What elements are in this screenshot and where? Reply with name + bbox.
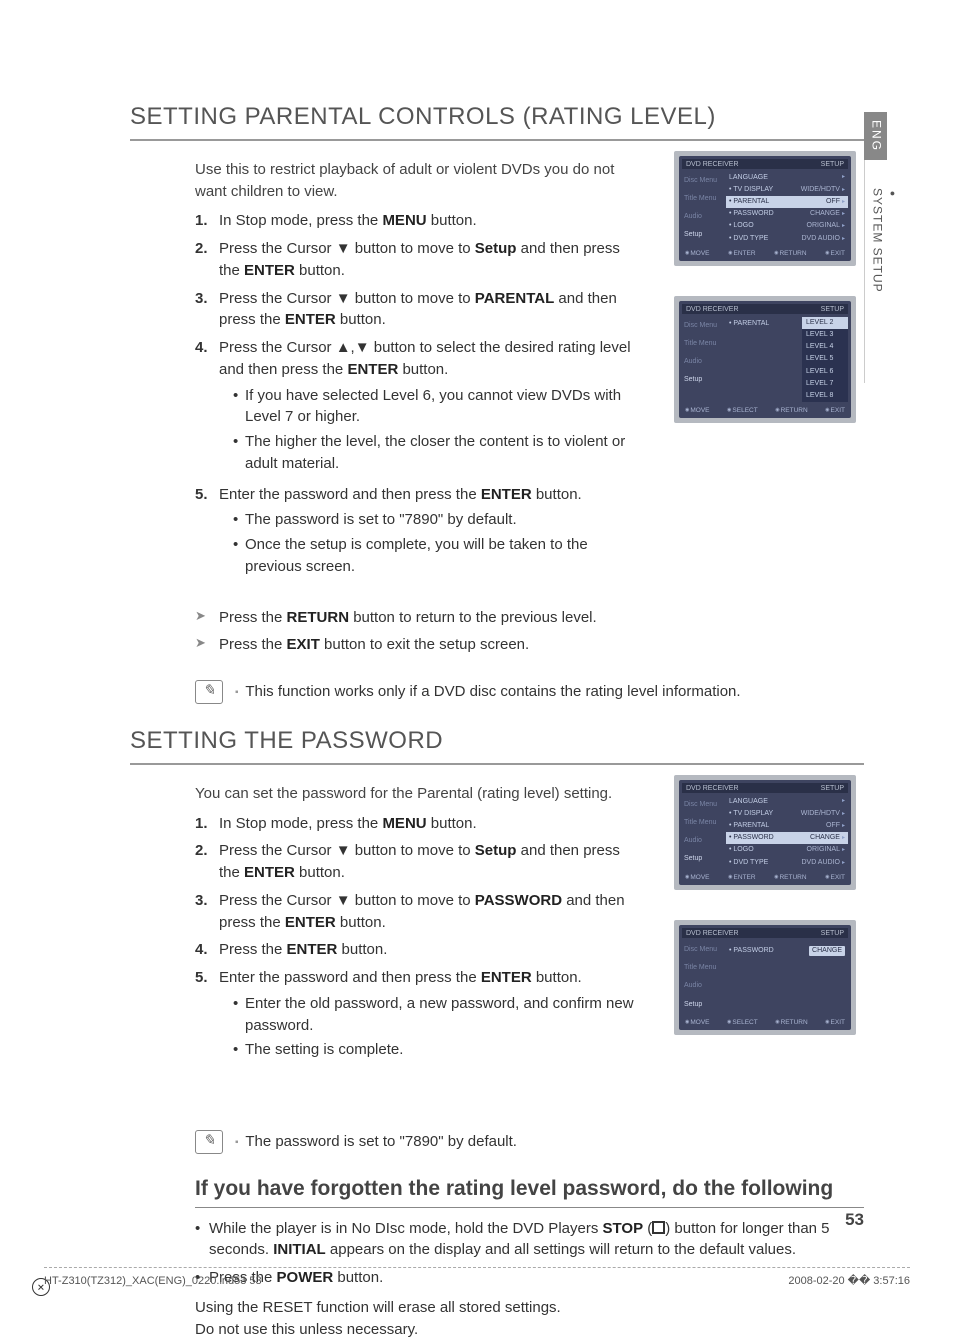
osd-screenshot-4: DVD RECEIVERSETUP Disc Menu Title Menu A… [674, 920, 856, 1035]
forgotten-heading: If you have forgotten the rating level p… [195, 1174, 864, 1207]
sub-item: If you have selected Level 6, you cannot… [233, 385, 644, 429]
note-block-2: ✎ The password is set to "7890" by defau… [195, 1130, 864, 1154]
page-number: 53 [845, 1208, 864, 1233]
note-text: This function works only if a DVD disc c… [235, 681, 741, 703]
arrow-note: Press the EXIT button to exit the setup … [195, 634, 644, 656]
section2-steps: 1.In Stop mode, press the MENU button. 2… [195, 813, 644, 1065]
section1-title: SETTING PARENTAL CONTROLS (RATING LEVEL) [130, 100, 864, 141]
footer-right: 2008-02-20 �� 3:57:16 [788, 1274, 910, 1290]
osd-screenshot-1: DVD RECEIVERSETUP Disc Menu Title Menu A… [674, 151, 856, 266]
warn1: Using the RESET function will erase all … [195, 1297, 864, 1319]
footer-left: HT-Z310(TZ312)_XAC(ENG)_0220.ind53 53 [44, 1274, 262, 1290]
osd-screenshot-2: DVD RECEIVERSETUP Disc Menu Title Menu A… [674, 296, 856, 423]
note-text: The password is set to "7890" by default… [235, 1131, 517, 1153]
section1-steps: 1.In Stop mode, press the MENU button. 2… [195, 210, 644, 580]
note-icon: ✎ [195, 1130, 223, 1154]
note-block-1: ✎ This function works only if a DVD disc… [195, 680, 864, 704]
note-icon: ✎ [195, 680, 223, 704]
list-item: While the player is in No DIsc mode, hol… [195, 1218, 864, 1262]
sub-item: Enter the old password, a new password, … [233, 993, 644, 1037]
section1-intro: Use this to restrict playback of adult o… [195, 159, 644, 203]
stop-icon [652, 1221, 665, 1234]
osd-screenshot-3: DVD RECEIVERSETUP Disc Menu Title Menu A… [674, 775, 856, 890]
section2-title: SETTING THE PASSWORD [130, 724, 864, 765]
sub-item: Once the setup is complete, you will be … [233, 534, 644, 578]
arrow-note: Press the RETURN button to return to the… [195, 607, 644, 629]
sub-item: The higher the level, the closer the con… [233, 431, 644, 475]
footer-bar: HT-Z310(TZ312)_XAC(ENG)_0220.ind53 53 20… [44, 1274, 910, 1290]
section2-intro: You can set the password for the Parenta… [195, 783, 644, 805]
sub-item: The password is set to "7890" by default… [233, 509, 644, 531]
warn2: Do not use this unless necessary. [195, 1319, 864, 1340]
footer-divider [44, 1267, 910, 1268]
sub-item: The setting is complete. [233, 1039, 644, 1061]
